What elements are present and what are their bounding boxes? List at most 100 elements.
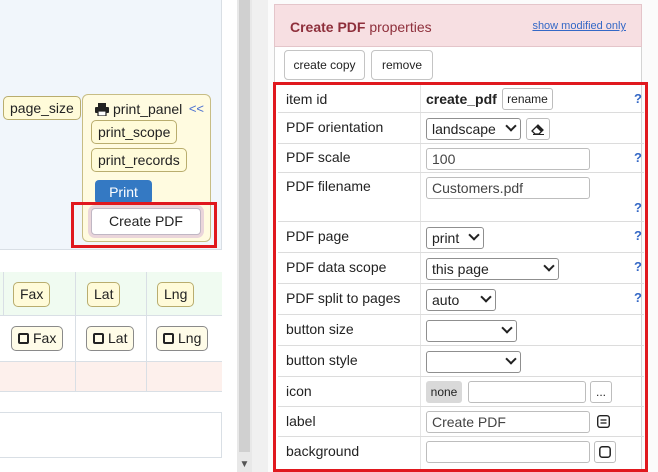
eraser-icon[interactable]: [526, 118, 550, 140]
print-scope-chip[interactable]: print_scope: [91, 120, 178, 144]
grid-cell: [4, 362, 76, 391]
collapse-toggle[interactable]: <<: [189, 99, 204, 119]
pdf-orientation-select[interactable]: landscape: [426, 118, 521, 140]
remove-button[interactable]: remove: [371, 50, 433, 80]
prop-row-pdf-page: PDF page print ?: [278, 222, 644, 253]
create-copy-button[interactable]: create copy: [284, 50, 365, 80]
prop-row-button-style: button style: [278, 346, 644, 377]
prop-row-icon: icon none ...: [278, 377, 644, 407]
color-swatch-icon[interactable]: [594, 441, 616, 463]
select-value: print: [432, 230, 460, 246]
grid-field-chip[interactable]: Lng: [156, 326, 209, 351]
chevron-down-icon: [501, 322, 513, 334]
grid-field-label: Lng: [178, 330, 202, 346]
icon-input[interactable]: [468, 381, 586, 403]
chevron-down-icon: [505, 120, 517, 132]
row-separator: [420, 437, 421, 469]
prop-label: PDF split to pages: [286, 290, 401, 306]
print-panel-header[interactable]: print_panel: [95, 99, 182, 119]
canvas-bottom-section: [0, 412, 222, 458]
grid-field-chip[interactable]: Lat: [86, 326, 135, 351]
help-icon[interactable]: ?: [634, 150, 642, 165]
rename-button[interactable]: rename: [502, 88, 553, 110]
help-icon[interactable]: ?: [634, 259, 642, 274]
select-value: this page: [432, 261, 489, 277]
icon-picker-button[interactable]: ...: [590, 381, 612, 403]
pdf-filename-input[interactable]: Customers.pdf: [426, 177, 590, 199]
button-style-select[interactable]: [426, 351, 521, 373]
show-modified-only-link[interactable]: show modified only: [532, 20, 626, 32]
pdf-scale-input[interactable]: 100: [426, 148, 590, 170]
row-separator: [420, 407, 421, 436]
prop-row-label: label Create PDF: [278, 407, 644, 437]
chevron-down-icon: [543, 260, 555, 272]
prop-label: icon: [286, 383, 312, 399]
pdf-split-select[interactable]: auto: [426, 289, 496, 311]
prop-row-pdf-split: PDF split to pages auto ?: [278, 284, 644, 315]
prop-row-background: background: [278, 437, 644, 469]
grid-header-row: Fax Lat Lng: [0, 272, 222, 316]
print-panel-label: print_panel: [113, 101, 183, 117]
row-separator: [420, 315, 421, 345]
row-separator: [420, 173, 421, 221]
selection-highlight: [71, 202, 217, 248]
pdf-data-scope-select[interactable]: this page: [426, 258, 559, 280]
print-records-chip[interactable]: print_records: [91, 148, 187, 172]
grid-field-chip[interactable]: Fax: [11, 326, 64, 351]
panel-title-suffix: properties: [365, 19, 432, 35]
grid-header-chip[interactable]: Lat: [87, 282, 121, 307]
print-button[interactable]: Print: [95, 180, 152, 204]
row-separator: [420, 222, 421, 252]
grid-cell: [76, 362, 147, 391]
page-size-chip[interactable]: page_size: [3, 96, 81, 120]
design-canvas: page_size print_panel << print_scope pri…: [0, 0, 237, 472]
row-separator: [420, 144, 421, 172]
prop-row-pdf-scale: PDF scale 100 ?: [278, 144, 644, 173]
properties-panel: Create PDF properties show modified only…: [268, 0, 658, 472]
help-icon[interactable]: ?: [634, 228, 642, 243]
grid-field-row: Fax Lat Lng: [0, 316, 222, 362]
label-input[interactable]: Create PDF: [426, 411, 590, 433]
text-editor-icon[interactable]: [594, 411, 612, 433]
pdf-page-select[interactable]: print: [426, 227, 484, 249]
panel-gutter: [252, 0, 268, 472]
item-id-value: create_pdf: [426, 91, 497, 107]
panel-title: Create PDF properties: [290, 19, 432, 35]
panel-title-item: Create PDF: [290, 19, 366, 35]
row-separator: [420, 85, 421, 112]
button-size-select[interactable]: [426, 320, 517, 342]
icon-none-button[interactable]: none: [426, 381, 462, 403]
prop-label: PDF page: [286, 228, 350, 244]
canvas-scrollbar[interactable]: ▼: [237, 0, 252, 472]
grid-field-label: Fax: [33, 330, 57, 346]
prop-label: item id: [286, 91, 328, 107]
scroll-down-icon[interactable]: ▼: [237, 458, 252, 472]
help-icon[interactable]: ?: [634, 200, 642, 215]
field-box-icon: [18, 333, 29, 344]
chevron-down-icon: [480, 291, 492, 303]
row-separator: [420, 113, 421, 143]
prop-label: button size: [286, 321, 354, 337]
row-separator: [420, 377, 421, 406]
scrollbar-thumb[interactable]: [239, 0, 250, 452]
prop-row-item-id: item id create_pdf rename ?: [278, 85, 644, 113]
help-icon[interactable]: ?: [634, 91, 642, 106]
panel-header: Create PDF properties show modified only: [274, 4, 642, 47]
select-value: landscape: [432, 121, 496, 137]
grid-field-label: Lat: [108, 330, 128, 346]
prop-label: label: [286, 413, 316, 429]
toolbar-area: page_size print_panel << print_scope pri…: [0, 0, 222, 250]
prop-row-pdf-orientation: PDF orientation landscape: [278, 113, 644, 144]
prop-label: PDF scale: [286, 149, 351, 165]
background-input[interactable]: [426, 441, 590, 463]
grid-header-chip[interactable]: Lng: [157, 282, 195, 307]
help-icon[interactable]: ?: [634, 290, 642, 305]
field-box-icon: [93, 333, 104, 344]
grid-empty-row: [0, 362, 222, 392]
row-separator: [420, 284, 421, 314]
properties-table: item id create_pdf rename ? PDF orientat…: [273, 82, 648, 472]
chevron-down-icon: [505, 353, 517, 365]
prop-label: background: [286, 443, 360, 459]
grid-header-chip[interactable]: Fax: [13, 282, 51, 307]
row-separator: [420, 346, 421, 376]
